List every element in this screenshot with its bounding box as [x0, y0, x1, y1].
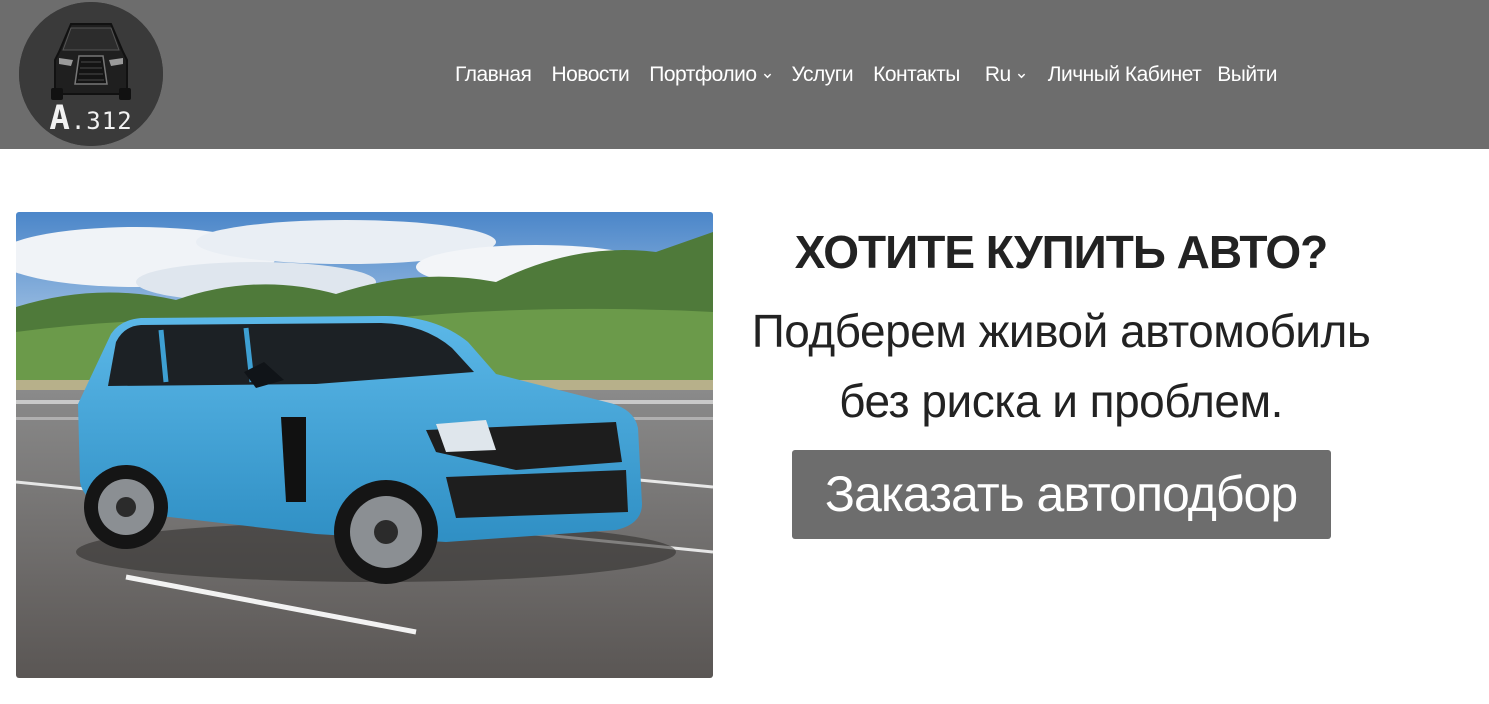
hero-subtitle-line2: без риска и проблем.	[839, 375, 1283, 427]
hero-subtitle-line1: Подберем живой автомобиль	[751, 305, 1371, 357]
order-selection-button[interactable]: Заказать автоподбор	[791, 450, 1331, 539]
main-nav: Главная Новости Портфолио Услуги Контакт…	[455, 60, 1277, 90]
language-selector[interactable]: Ru	[985, 63, 1026, 87]
site-header: A.312 Главная Новости Портфолио Услуги К…	[0, 0, 1489, 149]
nav-portfolio[interactable]: Портфолио	[649, 63, 771, 87]
chevron-down-icon	[1017, 73, 1025, 78]
nav-contacts[interactable]: Контакты	[873, 63, 960, 87]
site-logo[interactable]: A.312	[19, 2, 163, 146]
logo-text: A.312	[49, 98, 133, 138]
hero-car-image	[16, 212, 713, 678]
nav-home[interactable]: Главная	[455, 63, 532, 87]
hero-subtitle: Подберем живой автомобиль без риска и пр…	[713, 296, 1409, 436]
nav-personal-cabinet[interactable]: Личный Кабинет	[1048, 63, 1202, 87]
nav-logout[interactable]: Выйти	[1217, 63, 1277, 87]
chevron-down-icon	[763, 73, 771, 78]
nav-services[interactable]: Услуги	[792, 63, 854, 87]
car-photo	[16, 212, 713, 678]
nav-news[interactable]: Новости	[551, 63, 629, 87]
hero-text-block: ХОТИТЕ КУПИТЬ АВТО? Подберем живой автом…	[713, 212, 1409, 539]
hero-title: ХОТИТЕ КУПИТЬ АВТО?	[794, 226, 1328, 278]
